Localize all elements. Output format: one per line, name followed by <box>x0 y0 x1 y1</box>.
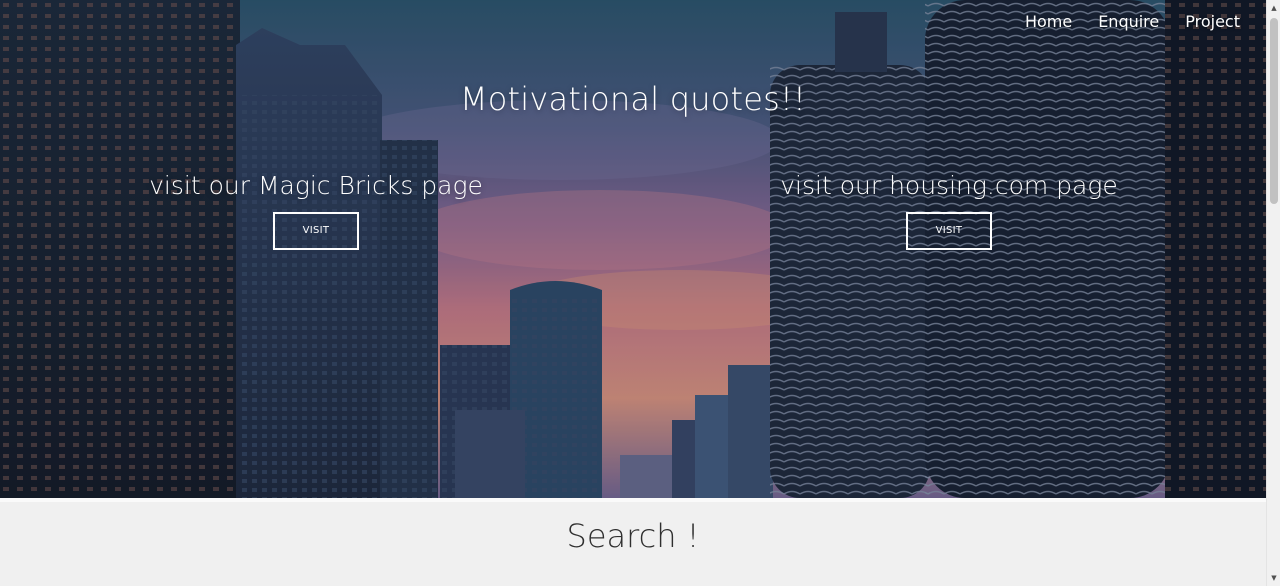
hero-title: Motivational quotes!! <box>459 80 807 118</box>
scroll-up-arrow-icon[interactable]: ▲ <box>1267 2 1280 14</box>
nav-link-home[interactable]: Home <box>1025 12 1072 31</box>
top-navigation: Home Enquire Project <box>1025 12 1240 31</box>
scroll-down-arrow-icon[interactable]: ▼ <box>1267 572 1280 584</box>
housing-promo-text: visit our housing.com page <box>780 171 1118 200</box>
magic-bricks-visit-button[interactable]: VISIT <box>273 212 359 250</box>
page: Home Enquire Project Motivational quotes… <box>0 0 1280 586</box>
nav-link-enquire[interactable]: Enquire <box>1098 12 1159 31</box>
page-scrollbar[interactable]: ▲ ▼ <box>1266 0 1280 586</box>
search-section: Search ! <box>0 498 1266 586</box>
housing-promo: visit our housing.com page VISIT <box>739 171 1159 250</box>
scrollbar-thumb[interactable] <box>1270 18 1278 204</box>
magic-bricks-promo-text: visit our Magic Bricks page <box>149 171 483 200</box>
housing-visit-button[interactable]: VISIT <box>906 212 992 250</box>
nav-link-project[interactable]: Project <box>1185 12 1240 31</box>
hero-section: Home Enquire Project Motivational quotes… <box>0 0 1266 498</box>
search-title: Search ! <box>566 517 700 555</box>
magic-bricks-promo: visit our Magic Bricks page VISIT <box>106 171 526 250</box>
